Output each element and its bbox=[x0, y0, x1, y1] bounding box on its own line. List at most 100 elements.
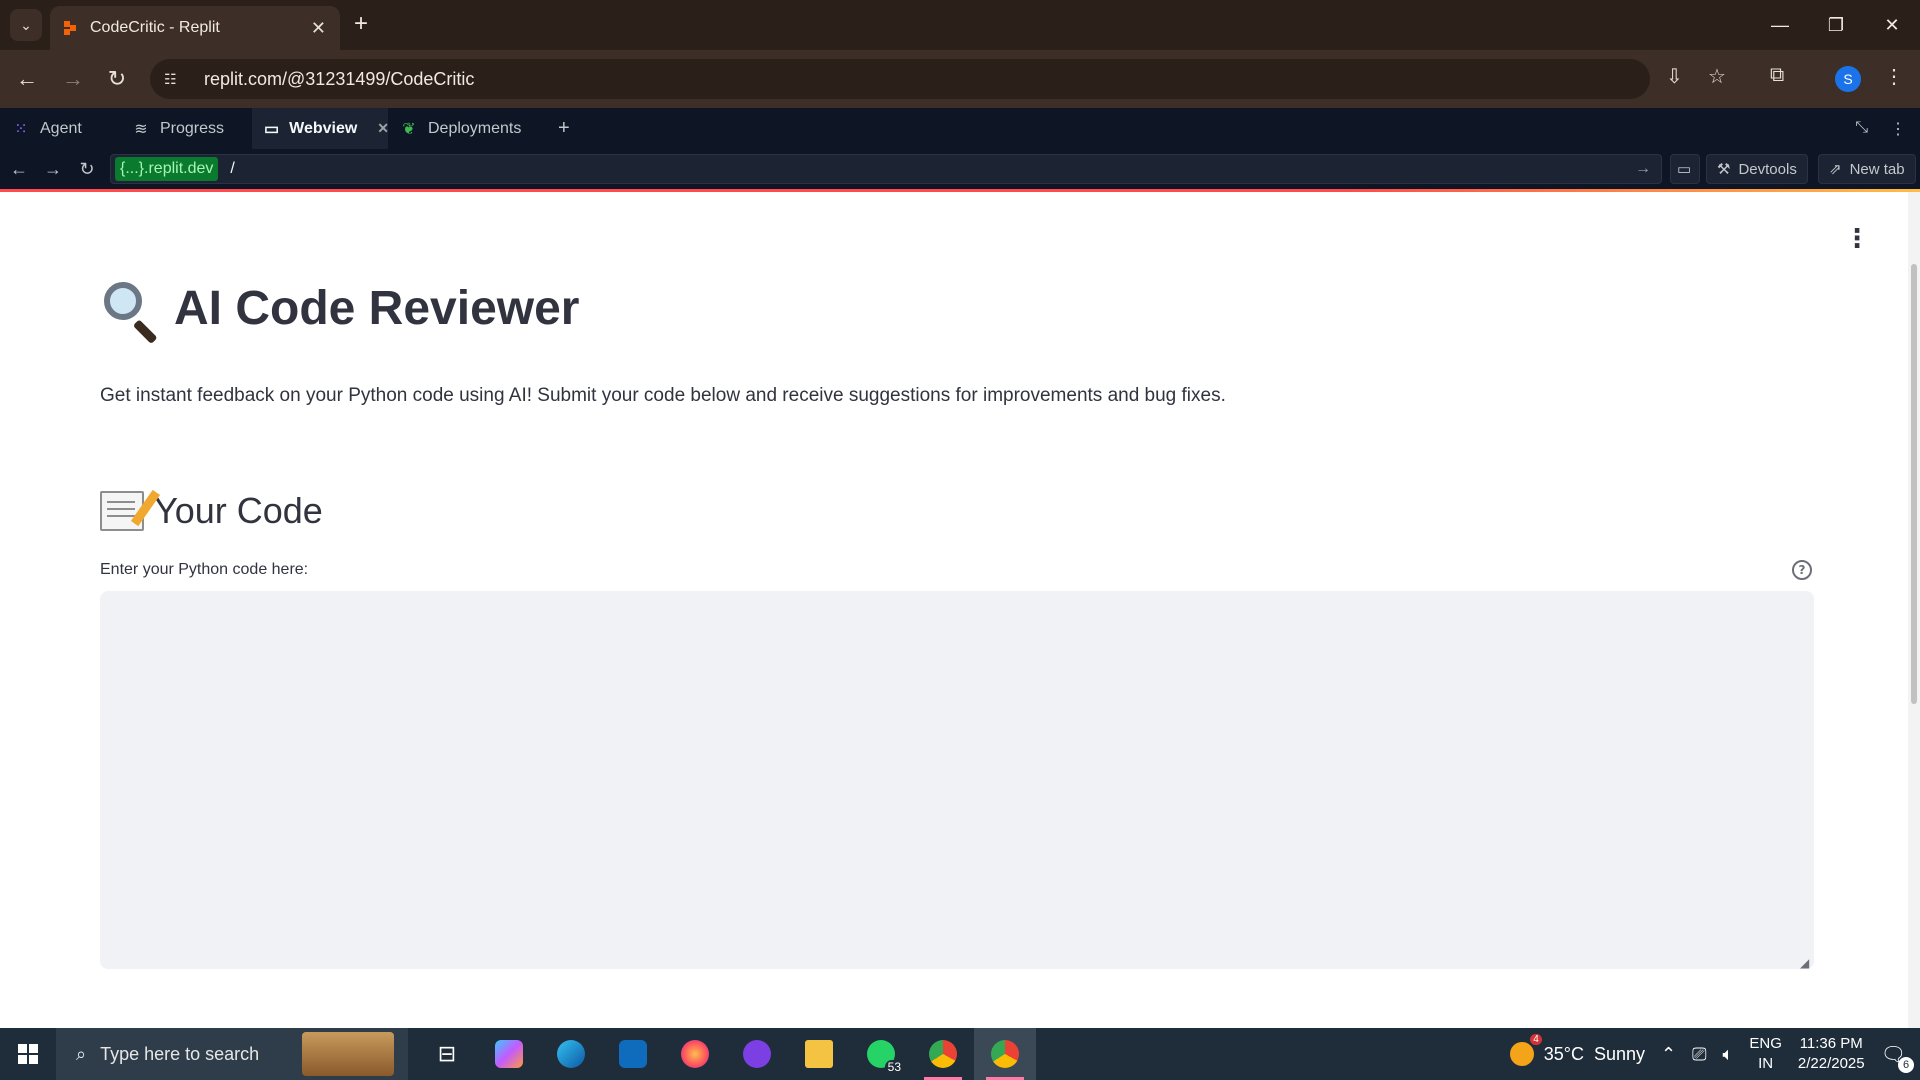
sun-icon: 4 bbox=[1509, 1034, 1542, 1066]
bookmark-star-icon[interactable]: ☆ bbox=[1708, 64, 1726, 89]
webview-forward-icon[interactable]: → bbox=[36, 159, 70, 180]
scrollbar-thumb[interactable] bbox=[1911, 264, 1917, 704]
webview-path[interactable]: / bbox=[230, 160, 234, 178]
chrome-profile-app[interactable] bbox=[974, 1028, 1036, 1080]
section-title: Your Code bbox=[100, 489, 323, 532]
windows-logo-icon bbox=[18, 1044, 38, 1064]
webview-host: {...}.replit.dev bbox=[115, 157, 219, 181]
weather-badge: 4 bbox=[1530, 1034, 1542, 1045]
browser-tab[interactable]: CodeCritic - Replit ✕ bbox=[50, 6, 340, 50]
magnifying-glass-icon bbox=[100, 278, 160, 345]
system-tray: 4 35°C Sunny ⌃ ⎚ 🔈︎ ENG IN 11:36 PM 2/22… bbox=[1509, 1028, 1920, 1080]
webview-back-icon[interactable]: ← bbox=[2, 159, 36, 180]
tab-webview[interactable]: ▭ Webview ✕ bbox=[252, 108, 389, 149]
start-button[interactable] bbox=[0, 1028, 56, 1080]
task-view-button[interactable]: ⊟ bbox=[416, 1028, 478, 1080]
folder-icon bbox=[805, 1040, 833, 1068]
webview-url-bar[interactable]: {...}.replit.dev / → bbox=[110, 154, 1662, 184]
help-icon[interactable]: ? bbox=[1792, 560, 1812, 580]
tab-deployments[interactable]: ❦ Deployments bbox=[388, 108, 538, 149]
whatsapp-app[interactable]: 53 bbox=[850, 1028, 912, 1080]
notification-center-icon[interactable]: 🗨︎ 6 bbox=[1881, 1042, 1914, 1073]
minimize-icon[interactable]: — bbox=[1752, 0, 1808, 50]
replit-tab-bar: ⁙ Agent ≋ Progress ▭ Webview ✕ ❦ Deploym… bbox=[0, 108, 1920, 149]
region-code: IN bbox=[1758, 1055, 1774, 1072]
edge-icon bbox=[557, 1040, 585, 1068]
chrome-app[interactable] bbox=[912, 1028, 974, 1080]
weather-widget[interactable]: 4 35°C Sunny bbox=[1509, 1034, 1646, 1066]
browser-tab-title: CodeCritic - Replit bbox=[90, 19, 220, 36]
site-settings-icon[interactable]: ☷ bbox=[164, 71, 186, 88]
outlook-app[interactable] bbox=[602, 1028, 664, 1080]
device-preview-button[interactable]: ▭ bbox=[1670, 154, 1700, 184]
tab-progress[interactable]: ≋ Progress bbox=[120, 108, 252, 149]
more-options-icon[interactable]: ⋮ bbox=[1890, 119, 1906, 139]
chrome-icon bbox=[929, 1040, 957, 1068]
memo-icon bbox=[100, 489, 161, 531]
volume-icon[interactable]: 🔈︎ bbox=[1723, 1044, 1734, 1065]
tab-progress-label: Progress bbox=[160, 119, 225, 137]
go-arrow-icon[interactable]: → bbox=[1635, 160, 1651, 178]
window-controls: — ❐ ✕ bbox=[1752, 0, 1920, 50]
meet-icon[interactable]: ⎚ bbox=[1692, 1044, 1706, 1065]
devtools-label: Devtools bbox=[1738, 160, 1797, 178]
language-code: ENG bbox=[1749, 1035, 1782, 1052]
code-input-label: Enter your Python code here: bbox=[100, 561, 309, 578]
address-bar[interactable]: ☷ replit.com/@31231499/CodeCritic bbox=[150, 59, 1650, 99]
resize-handle-icon[interactable]: ◢ bbox=[1800, 956, 1809, 970]
wrench-icon: ⚒ bbox=[1717, 161, 1731, 178]
devtools-button[interactable]: ⚒ Devtools bbox=[1706, 154, 1808, 184]
tab-webview-label: Webview bbox=[289, 119, 358, 137]
collapse-icon[interactable]: ⤡ bbox=[1855, 119, 1868, 139]
code-input[interactable] bbox=[100, 591, 1814, 969]
firefox-app[interactable] bbox=[664, 1028, 726, 1080]
file-explorer-app[interactable] bbox=[788, 1028, 850, 1080]
agent-grid-icon: ⁙ bbox=[14, 120, 28, 138]
new-tab-button[interactable]: + bbox=[354, 10, 368, 38]
forward-icon[interactable]: → bbox=[58, 64, 88, 94]
new-tab-open-button[interactable]: ⇗ New tab bbox=[1818, 154, 1916, 184]
app-menu-icon[interactable]: ⋮ bbox=[1844, 224, 1870, 254]
close-window-icon[interactable]: ✕ bbox=[1864, 0, 1920, 50]
progress-icon: ≋ bbox=[134, 120, 148, 138]
install-app-icon[interactable]: ⇩ bbox=[1666, 64, 1683, 89]
deploy-icon: ❦ bbox=[402, 120, 416, 138]
tab-agent[interactable]: ⁙ Agent bbox=[0, 108, 120, 149]
copilot-app[interactable] bbox=[478, 1028, 540, 1080]
firefox-icon bbox=[681, 1040, 709, 1068]
whatsapp-badge: 53 bbox=[884, 1060, 904, 1074]
profile-avatar[interactable]: S bbox=[1835, 66, 1861, 92]
edge-app[interactable] bbox=[540, 1028, 602, 1080]
clock-date: 2/22/2025 bbox=[1797, 1055, 1865, 1072]
webview-reload-icon[interactable]: ↻ bbox=[70, 159, 104, 180]
mask-app[interactable] bbox=[726, 1028, 788, 1080]
search-highlight-image bbox=[302, 1032, 394, 1076]
intro-text: Get instant feedback on your Python code… bbox=[100, 385, 1226, 406]
restore-icon[interactable]: ❐ bbox=[1808, 0, 1864, 50]
extensions-icon[interactable]: ⧉ bbox=[1770, 64, 1784, 87]
taskbar-search[interactable]: ⌕ Type here to search bbox=[56, 1028, 408, 1080]
language-indicator[interactable]: ENG IN bbox=[1749, 1034, 1782, 1074]
reload-icon[interactable]: ↻ bbox=[102, 64, 132, 94]
mask-icon bbox=[743, 1040, 771, 1068]
new-tab-label: New tab bbox=[1849, 160, 1905, 178]
notification-count: 6 bbox=[1898, 1056, 1914, 1073]
close-tab-icon[interactable]: ✕ bbox=[311, 18, 326, 39]
taskbar-search-placeholder: Type here to search bbox=[100, 1043, 260, 1064]
monitor-icon: ▭ bbox=[264, 120, 280, 138]
tab-search-button[interactable]: ⌄ bbox=[10, 9, 42, 41]
back-icon[interactable]: ← bbox=[12, 64, 42, 94]
add-tab-icon[interactable]: + bbox=[558, 117, 570, 140]
taskbar: ⌕ Type here to search ⊟ 53 4 35°C Sunny … bbox=[0, 1028, 1920, 1080]
tab-deployments-label: Deployments bbox=[428, 119, 522, 137]
page-scrollbar[interactable] bbox=[1908, 192, 1920, 1028]
browser-tab-strip: ⌄ CodeCritic - Replit ✕ + — ❐ ✕ bbox=[0, 0, 1920, 50]
browser-menu-icon[interactable]: ⋮ bbox=[1884, 64, 1904, 89]
page-title-text: AI Code Reviewer bbox=[174, 281, 580, 335]
device-icon: ▭ bbox=[1677, 161, 1692, 178]
webview-toolbar: ← → ↻ {...}.replit.dev / → ▭ ⚒ Devtools … bbox=[0, 149, 1920, 189]
weather-text: 35°C Sunny bbox=[1543, 1043, 1646, 1064]
show-hidden-icons-icon[interactable]: ⌃ bbox=[1661, 1044, 1676, 1065]
external-link-icon: ⇗ bbox=[1829, 161, 1842, 178]
clock[interactable]: 11:36 PM 2/22/2025 bbox=[1798, 1034, 1865, 1074]
